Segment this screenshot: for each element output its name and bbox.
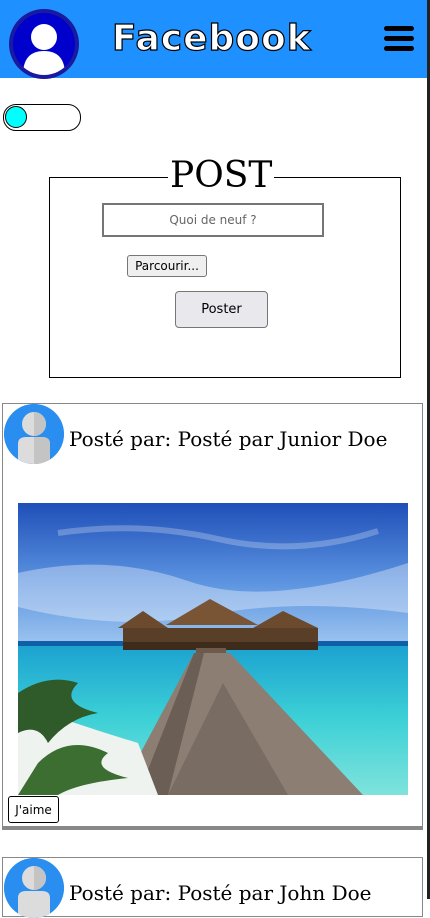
user-avatar[interactable]: [9, 9, 79, 79]
toggle-knob: [5, 106, 27, 128]
post-form: POST Parcourir... Poster: [49, 156, 401, 378]
theme-toggle[interactable]: [3, 104, 81, 131]
feed-post: Posté par: Posté par Junior Doe J'aime: [2, 403, 423, 830]
feed-post: Posté par: Posté par John Doe: [2, 857, 423, 918]
author-avatar-icon: [4, 858, 64, 918]
top-bar: Facebook: [0, 0, 427, 79]
app-logo[interactable]: Facebook: [111, 17, 312, 59]
post-image: [18, 503, 408, 795]
author-avatar-icon: [4, 404, 64, 464]
user-avatar-icon: [13, 13, 75, 75]
post-form-title: POST: [168, 155, 275, 196]
post-author: Posté par: Posté par Junior Doe: [69, 427, 388, 451]
like-button[interactable]: J'aime: [8, 796, 59, 823]
hamburger-menu-icon[interactable]: [384, 26, 414, 52]
browse-file-button[interactable]: Parcourir...: [127, 255, 207, 277]
submit-post-button[interactable]: Poster: [175, 291, 268, 328]
post-author: Posté par: Posté par John Doe: [69, 881, 372, 905]
status-input[interactable]: [102, 203, 324, 237]
